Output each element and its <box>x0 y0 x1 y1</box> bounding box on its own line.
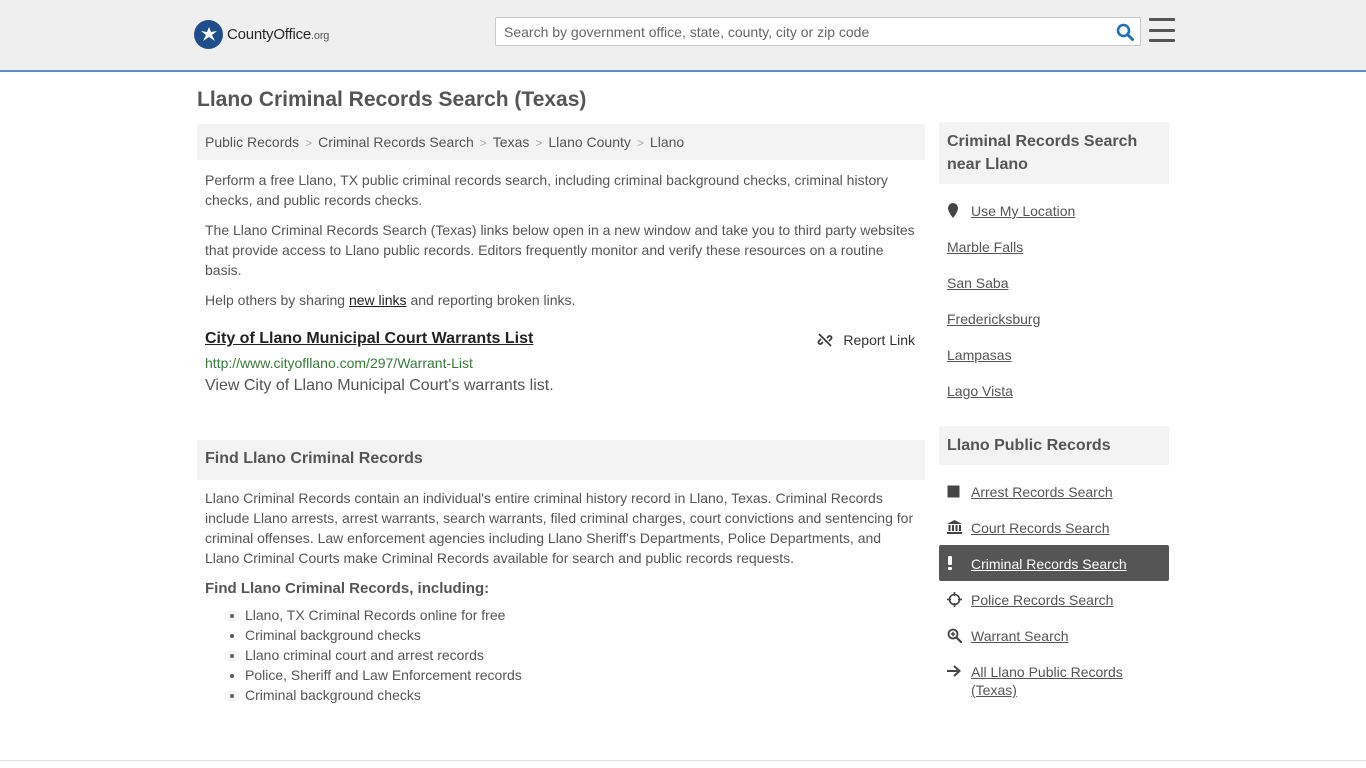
chevron-right-icon: > <box>636 136 644 150</box>
intro-paragraph: Perform a free Llano, TX public criminal… <box>205 172 888 208</box>
breadcrumb-public-records[interactable]: Public Records <box>205 134 299 150</box>
list-item: Criminal background checks <box>245 685 925 705</box>
public-records-list: Arrest Records Search Court Records Sear… <box>939 465 1169 711</box>
sidebar-item-label[interactable]: Use My Location <box>971 202 1075 220</box>
sidebar-item-warrant-search[interactable]: Warrant Search <box>939 617 1169 653</box>
list-item: Police, Sheriff and Law Enforcement reco… <box>245 665 925 685</box>
nearby-heading: Criminal Records Search near Llano <box>939 122 1169 184</box>
map-pin-icon <box>947 202 965 218</box>
broken-link-icon <box>818 333 833 347</box>
disclaimer-paragraph: The Llano Criminal Records Search (Texas… <box>205 222 915 278</box>
find-records-subheading: Find Llano Criminal Records, including: <box>205 580 490 597</box>
sidebar-item-label[interactable]: Criminal Records Search <box>971 555 1127 573</box>
breadcrumb-llano-county[interactable]: Llano County <box>548 134 631 150</box>
main-content: Perform a free Llano, TX public criminal… <box>197 170 925 705</box>
breadcrumb-texas[interactable]: Texas <box>493 134 530 150</box>
sidebar-item-label[interactable]: Lago Vista <box>947 382 1013 400</box>
sidebar-item-lago-vista[interactable]: Lago Vista <box>939 372 1169 408</box>
resource-url: http://www.cityofllano.com/297/Warrant-L… <box>205 355 473 371</box>
report-link-button[interactable]: Report Link <box>817 332 915 348</box>
sidebar-item-criminal-records[interactable]: Criminal Records Search <box>939 545 1169 581</box>
new-links-link[interactable]: new links <box>349 292 407 308</box>
sidebar: Criminal Records Search near Llano Use M… <box>939 122 1169 711</box>
sidebar-item-lampasas[interactable]: Lampasas <box>939 336 1169 372</box>
exclamation-icon <box>947 555 965 571</box>
list-item: Llano criminal court and arrest records <box>245 645 925 665</box>
breadcrumb-llano[interactable]: Llano <box>650 134 684 150</box>
nearby-list: Use My Location Marble Falls San Saba Fr… <box>939 184 1169 416</box>
resource-description: View City of Llano Municipal Court's war… <box>205 377 554 394</box>
chevron-right-icon: > <box>535 136 543 150</box>
list-item: Llano, TX Criminal Records online for fr… <box>245 605 925 625</box>
list-item: Criminal background checks <box>245 625 925 645</box>
eagle-seal-icon <box>194 20 223 49</box>
sidebar-item-label[interactable]: Arrest Records Search <box>971 483 1113 501</box>
chevron-right-icon: > <box>479 136 487 150</box>
resource-link-title[interactable]: City of Llano Municipal Court Warrants L… <box>205 330 533 348</box>
footer-divider <box>0 760 1366 761</box>
sidebar-item-fredericksburg[interactable]: Fredericksburg <box>939 300 1169 336</box>
search-button[interactable] <box>1114 21 1136 43</box>
sidebar-item-label[interactable]: All Llano Public Records (Texas) <box>971 663 1151 699</box>
search-input[interactable] <box>496 18 1106 45</box>
hamburger-menu-icon[interactable] <box>1149 18 1175 42</box>
square-icon <box>947 483 965 499</box>
chevron-right-icon: > <box>305 136 313 150</box>
search-icon <box>1116 23 1134 41</box>
sidebar-item-label[interactable]: Marble Falls <box>947 238 1023 256</box>
sidebar-item-all-public-records[interactable]: All Llano Public Records (Texas) <box>939 653 1169 703</box>
sidebar-item-san-saba[interactable]: San Saba <box>939 264 1169 300</box>
sidebar-item-label[interactable]: Police Records Search <box>971 591 1113 609</box>
find-records-list: Llano, TX Criminal Records online for fr… <box>197 605 925 705</box>
site-search <box>495 17 1141 46</box>
sidebar-item-label[interactable]: Court Records Search <box>971 519 1110 537</box>
site-header: CountyOffice.org <box>0 0 1366 72</box>
breadcrumb-criminal-records-search[interactable]: Criminal Records Search <box>318 134 474 150</box>
sidebar-item-label[interactable]: San Saba <box>947 274 1009 292</box>
sidebar-item-marble-falls[interactable]: Marble Falls <box>939 228 1169 264</box>
magnify-plus-icon <box>947 627 965 643</box>
public-records-heading: Llano Public Records <box>939 426 1169 465</box>
find-records-body: Llano Criminal Records contain an indivi… <box>205 490 914 566</box>
sidebar-item-label[interactable]: Warrant Search <box>971 627 1069 645</box>
page-title: Llano Criminal Records Search (Texas) <box>197 88 587 111</box>
site-logo[interactable]: CountyOffice.org <box>194 20 329 49</box>
sidebar-item-police-records[interactable]: Police Records Search <box>939 581 1169 617</box>
resource-link-card: City of Llano Municipal Court Warrants L… <box>197 330 925 440</box>
share-paragraph: Help others by sharing new links and rep… <box>205 292 576 308</box>
sidebar-item-arrest-records[interactable]: Arrest Records Search <box>939 473 1169 509</box>
sidebar-item-use-my-location[interactable]: Use My Location <box>939 192 1169 228</box>
logo-text: CountyOffice.org <box>227 26 330 43</box>
sidebar-item-court-records[interactable]: Court Records Search <box>939 509 1169 545</box>
arrow-right-icon <box>947 663 965 679</box>
sidebar-item-label[interactable]: Lampasas <box>947 346 1012 364</box>
courthouse-icon <box>947 519 965 535</box>
breadcrumb: Public Records > Criminal Records Search > T… <box>197 124 925 160</box>
sidebar-item-label[interactable]: Fredericksburg <box>947 310 1040 328</box>
find-records-heading: Find Llano Criminal Records <box>197 440 925 480</box>
crosshair-icon <box>947 591 965 607</box>
